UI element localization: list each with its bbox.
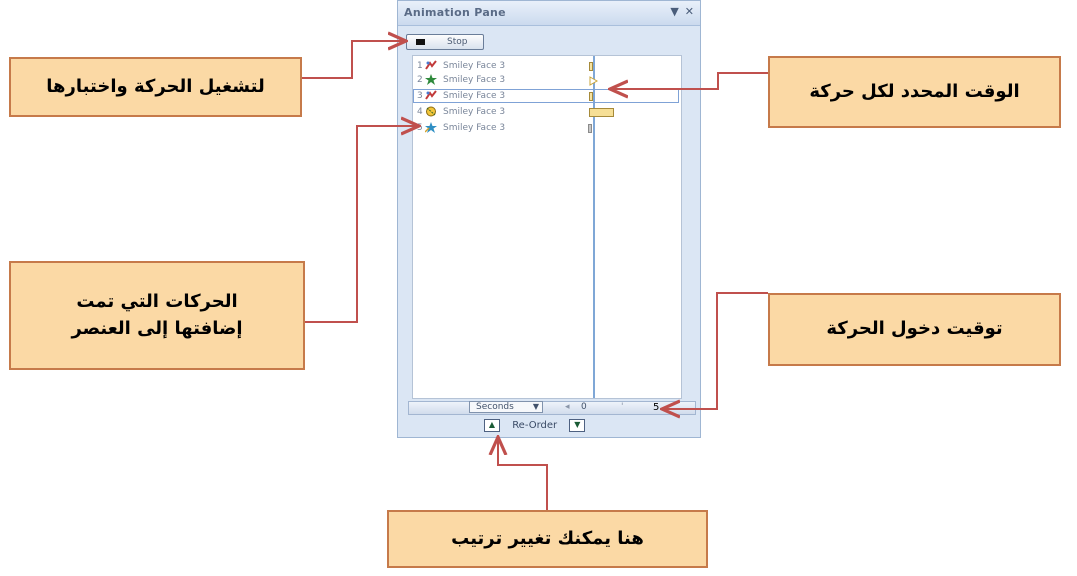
callout-time-per-animation: الوقت المحدد لكل حركة xyxy=(768,56,1061,128)
arrow-reorder xyxy=(498,439,548,510)
arrow-play xyxy=(302,41,404,79)
callout-time-text: الوقت المحدد لكل حركة xyxy=(809,80,1020,102)
arrow-time-per-animation xyxy=(612,72,768,89)
callout-play-text: لتشغيل الحركة واختبارها xyxy=(46,75,265,97)
arrow-entry-timing xyxy=(664,292,768,409)
callout-added-animations: الحركات التي تمت إضافتها إلى العنصر xyxy=(9,261,305,370)
callout-entry-timing: توقيت دخول الحركة xyxy=(768,293,1061,366)
callout-reorder: هنا يمكنك تغيير ترتيب xyxy=(387,510,708,568)
callout-added-line1: الحركات التي تمت xyxy=(76,291,238,313)
callout-entry-text: توقيت دخول الحركة xyxy=(826,318,1003,340)
callout-reorder-text: هنا يمكنك تغيير ترتيب xyxy=(451,527,644,549)
arrow-added-animations xyxy=(305,126,417,323)
callout-added-line2: إضافتها إلى العنصر xyxy=(71,317,243,339)
callout-play: لتشغيل الحركة واختبارها xyxy=(9,57,302,117)
